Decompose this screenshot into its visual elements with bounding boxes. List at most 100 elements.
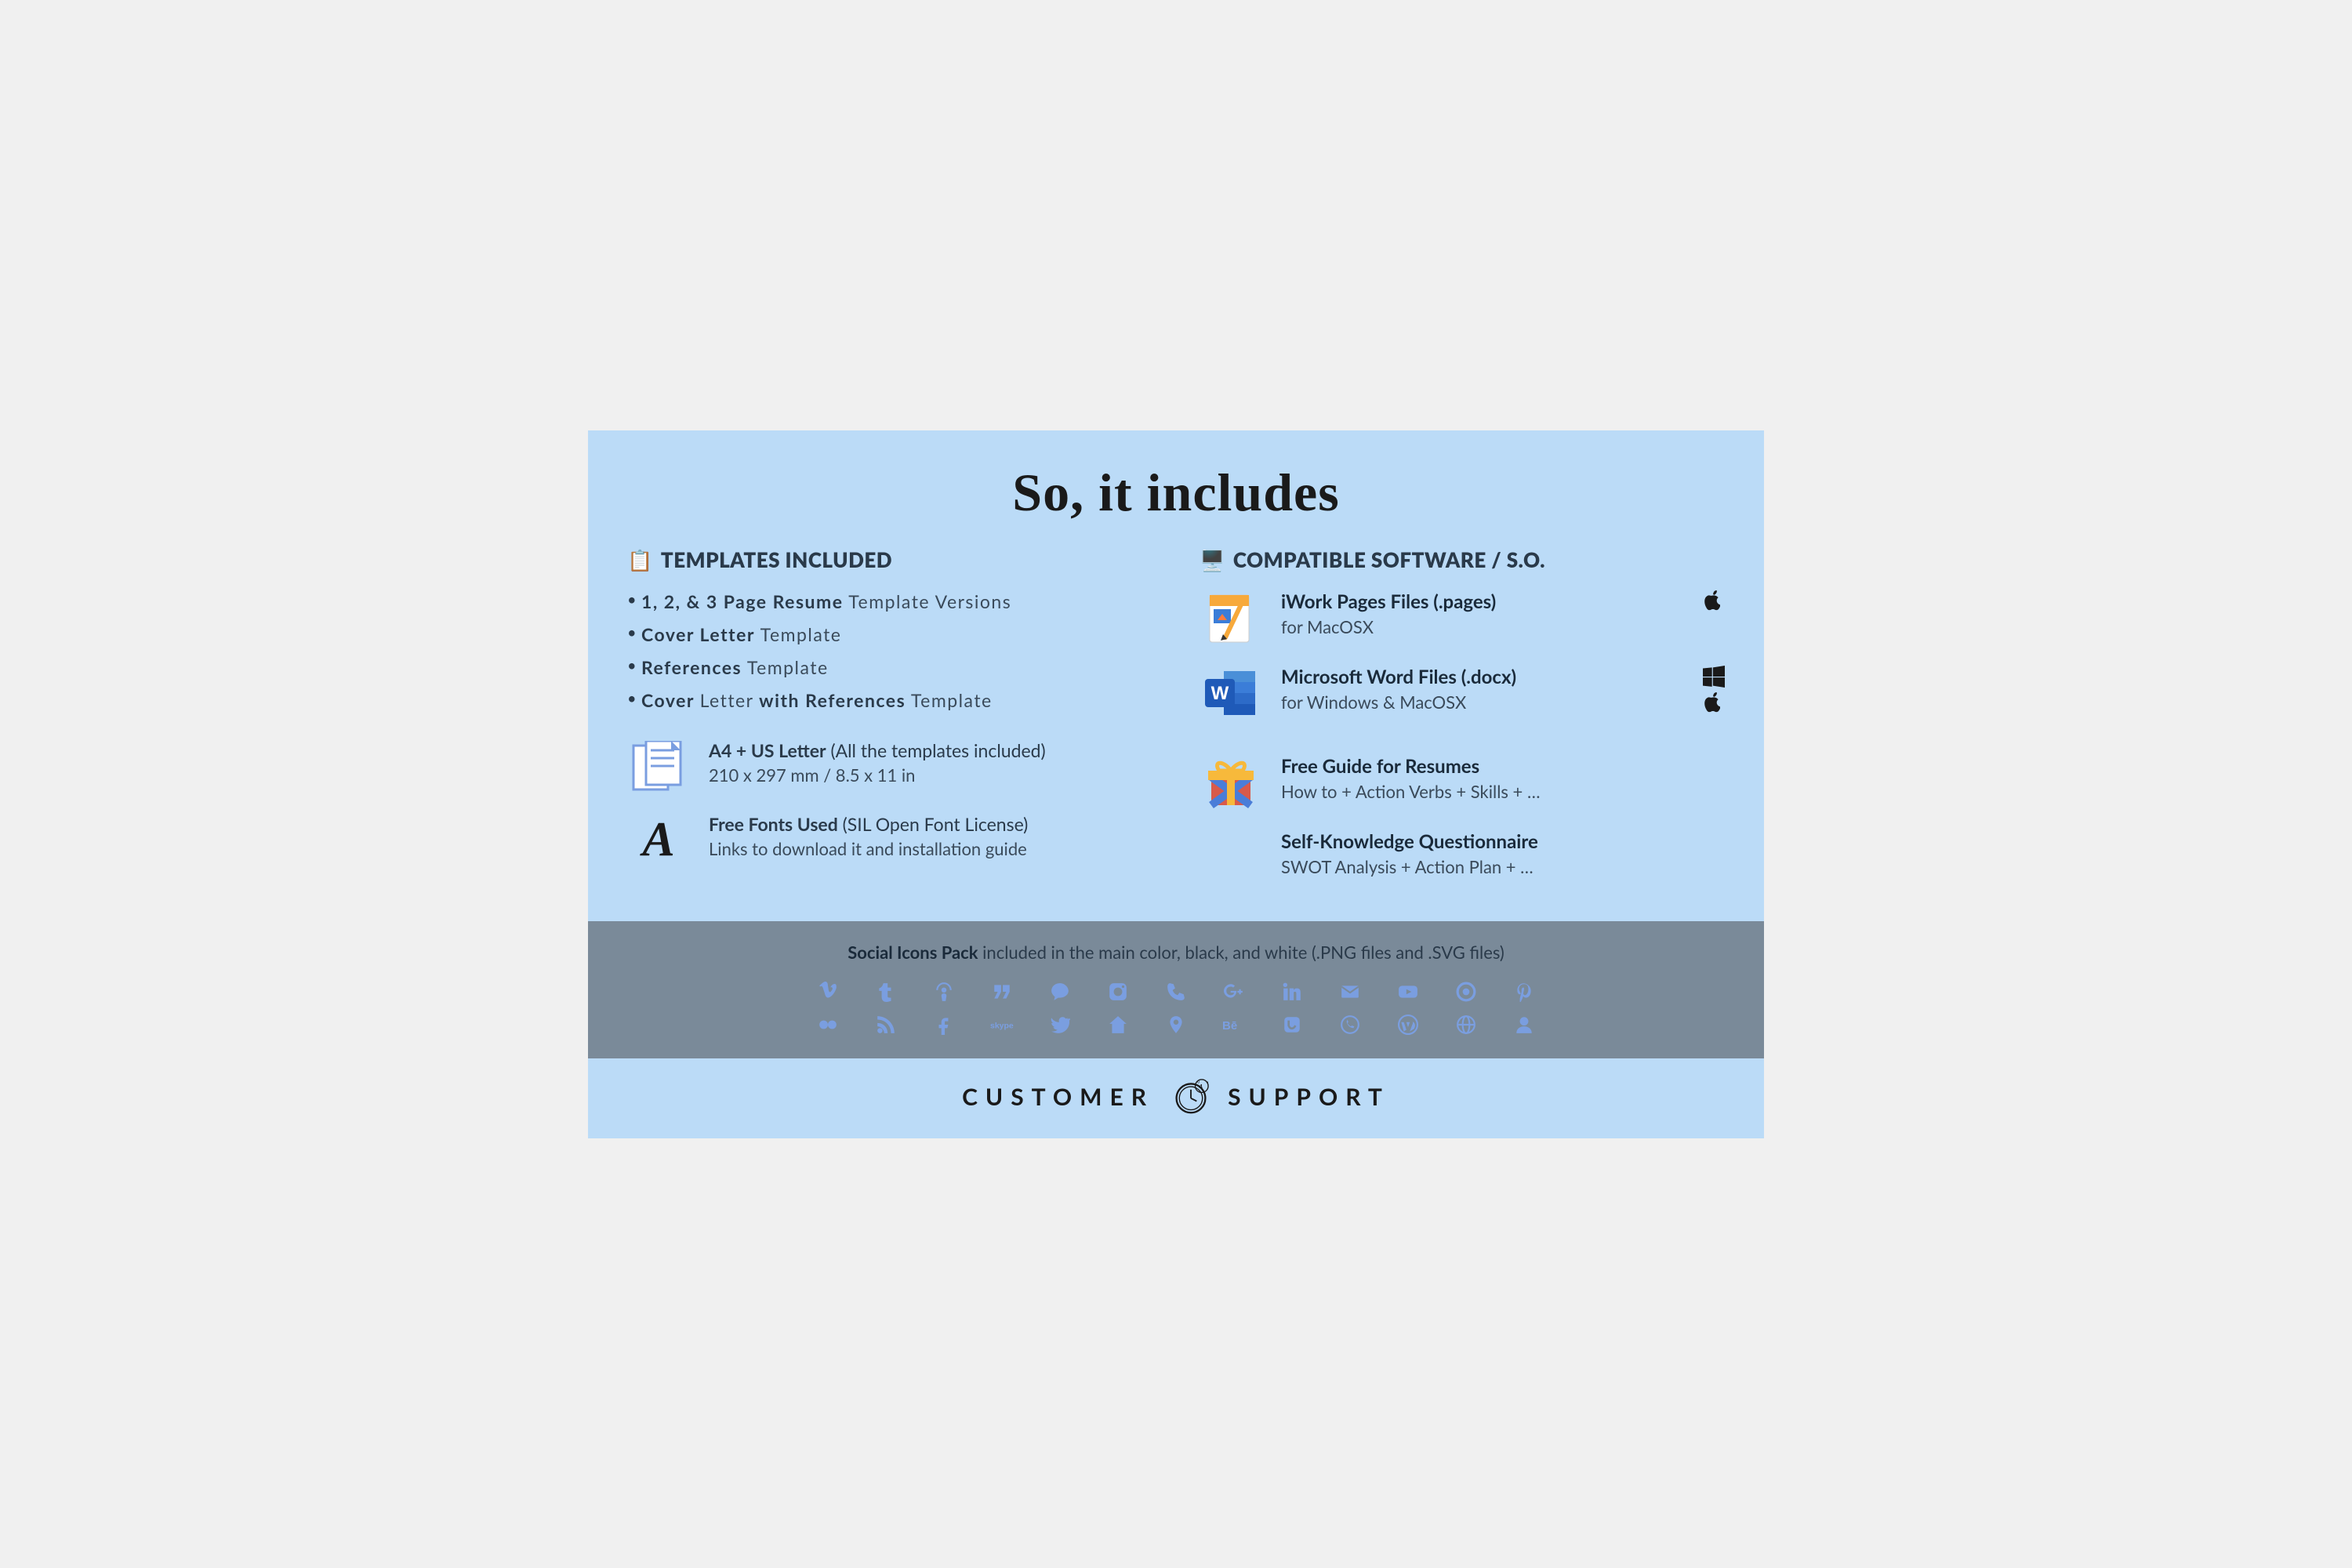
flickr-icon — [816, 1013, 840, 1036]
promo-card: So, it includes 📋 TEMPLATES INCLUDED 1, … — [588, 430, 1764, 1138]
serif-a-icon: A — [627, 813, 690, 868]
software-word: W Microsoft Word Files (.docx) for Windo… — [1200, 666, 1725, 720]
skype-icon: skype — [990, 1013, 1014, 1036]
software-heading: 🖥️ COMPATIBLE SOFTWARE / S.O. — [1200, 547, 1725, 573]
software-title: Microsoft Word Files (.docx) — [1281, 666, 1684, 688]
software-pages: iWork Pages Files (.pages) for MacOSX — [1200, 590, 1725, 645]
marker-icon — [1164, 1013, 1188, 1036]
templates-heading-text: TEMPLATES INCLUDED — [661, 547, 892, 572]
software-heading-text: COMPATIBLE SOFTWARE / S.O. — [1233, 547, 1545, 572]
feature-text: A4 + US Letter (All the templates includ… — [709, 739, 1046, 786]
facebook-icon — [932, 1013, 956, 1036]
pages-app-icon — [1200, 590, 1262, 645]
gplus-icon — [1222, 980, 1246, 1004]
apple-icon — [1703, 590, 1725, 615]
clock-48-icon: 48 Up to — [1173, 1079, 1209, 1115]
list-item: Cover Letter with References Template — [627, 689, 1152, 711]
apple-icon — [1703, 692, 1725, 717]
bullet-rest: Template — [906, 689, 992, 711]
mail-icon — [1338, 980, 1362, 1004]
extra-text: Self-Knowledge Questionnaire SWOT Analys… — [1281, 830, 1725, 877]
bullet-rest: Template Versions — [844, 590, 1012, 612]
whatsapp-icon — [1338, 1013, 1362, 1036]
word-app-icon: W — [1200, 666, 1262, 720]
extra-guide: Free Guide for Resumes How to + Action V… — [1200, 755, 1725, 810]
feature-paper-sizes: A4 + US Letter (All the templates includ… — [627, 739, 1152, 794]
windows-icon — [1703, 666, 1725, 688]
spacer-icon — [1200, 830, 1262, 885]
user-icon — [1512, 1013, 1536, 1036]
bullet-bold: 1, 2, & 3 Page Resume — [641, 590, 844, 612]
svg-text:Bē: Bē — [1222, 1019, 1237, 1033]
svg-text:W: W — [1211, 683, 1229, 704]
bullet-rest: Template — [755, 623, 841, 645]
bullet-bold: Cover — [641, 689, 700, 711]
bullet-mid: Letter — [700, 689, 754, 711]
behance-icon: Bē — [1222, 1013, 1246, 1036]
feature-fonts: A Free Fonts Used (SIL Open Font License… — [627, 813, 1152, 868]
extra-questionnaire: Self-Knowledge Questionnaire SWOT Analys… — [1200, 830, 1725, 885]
os-icons — [1703, 590, 1725, 615]
feature-title-bold: A4 + US Letter — [709, 739, 826, 761]
software-text: Microsoft Word Files (.docx) for Windows… — [1281, 666, 1684, 713]
list-item: 1, 2, & 3 Page Resume Template Versions — [627, 590, 1152, 612]
software-column: 🖥️ COMPATIBLE SOFTWARE / S.O. iWork Pag — [1200, 547, 1725, 906]
list-item: References Template — [627, 656, 1152, 678]
templates-heading: 📋 TEMPLATES INCLUDED — [627, 547, 1152, 573]
templates-list: 1, 2, & 3 Page Resume Template Versions … — [627, 590, 1152, 711]
extra-sub: SWOT Analysis + Action Plan + … — [1281, 856, 1725, 877]
software-sub: for MacOSX — [1281, 616, 1684, 637]
software-text: iWork Pages Files (.pages) for MacOSX — [1281, 590, 1684, 637]
social-title-rest: included in the main color, black, and w… — [978, 942, 1504, 963]
feature-title-rest: (All the templates included) — [826, 739, 1046, 761]
rss-icon — [874, 1013, 898, 1036]
comment-icon — [1048, 980, 1072, 1004]
podcast-icon — [932, 980, 956, 1004]
quote-icon — [990, 980, 1014, 1004]
vine-icon — [1280, 1013, 1304, 1036]
tumblr-icon — [874, 980, 898, 1004]
extra-title: Free Guide for Resumes — [1281, 755, 1725, 778]
youtube-icon — [1396, 980, 1420, 1004]
social-band-title: Social Icons Pack included in the main c… — [627, 942, 1725, 963]
social-row — [816, 980, 1536, 1004]
templates-column: 📋 TEMPLATES INCLUDED 1, 2, & 3 Page Resu… — [627, 547, 1152, 906]
wordpress-icon — [1396, 1013, 1420, 1036]
list-item: Cover Letter Template — [627, 623, 1152, 645]
bullet-bold: References — [641, 656, 742, 678]
svg-text:skype: skype — [990, 1021, 1014, 1030]
documents-icon — [627, 739, 690, 794]
social-icon-grid: skype Bē — [627, 980, 1725, 1036]
os-icons — [1703, 666, 1725, 717]
extra-sub: How to + Action Verbs + Skills + … — [1281, 781, 1725, 802]
social-title-bold: Social Icons Pack — [848, 942, 978, 963]
globe-icon — [1454, 1013, 1478, 1036]
footer-right: SUPPORT — [1228, 1083, 1390, 1111]
instagram-icon — [1106, 980, 1130, 1004]
feature-sub: 210 x 297 mm / 8.5 x 11 in — [709, 764, 1046, 786]
monitor-icon: 🖥️ — [1200, 547, 1225, 573]
clipboard-icon: 📋 — [627, 547, 653, 573]
two-column-layout: 📋 TEMPLATES INCLUDED 1, 2, & 3 Page Resu… — [627, 547, 1725, 906]
bullet-bold: Cover Letter — [641, 623, 755, 645]
page-title: So, it includes — [627, 462, 1725, 524]
picasa-icon — [1454, 980, 1478, 1004]
vimeo-icon — [816, 980, 840, 1004]
bullet-bold: with References — [754, 689, 906, 711]
feature-title-bold: Free Fonts Used — [709, 813, 838, 835]
customer-support-footer: CUSTOMER 48 Up to SUPPORT — [627, 1058, 1725, 1138]
gift-icon — [1200, 755, 1262, 810]
phone-icon — [1164, 980, 1188, 1004]
twitter-icon — [1048, 1013, 1072, 1036]
social-row: skype Bē — [816, 1013, 1536, 1036]
feature-sub: Links to download it and installation gu… — [709, 838, 1028, 859]
extra-title: Self-Knowledge Questionnaire — [1281, 830, 1725, 853]
bullet-rest: Template — [742, 656, 828, 678]
social-icons-band: Social Icons Pack included in the main c… — [588, 921, 1764, 1058]
software-title: iWork Pages Files (.pages) — [1281, 590, 1684, 613]
feature-text: Free Fonts Used (SIL Open Font License) … — [709, 813, 1028, 859]
extra-text: Free Guide for Resumes How to + Action V… — [1281, 755, 1725, 802]
software-sub: for Windows & MacOSX — [1281, 691, 1684, 713]
footer-left: CUSTOMER — [962, 1083, 1154, 1111]
feature-title-rest: (SIL Open Font License) — [838, 813, 1029, 835]
